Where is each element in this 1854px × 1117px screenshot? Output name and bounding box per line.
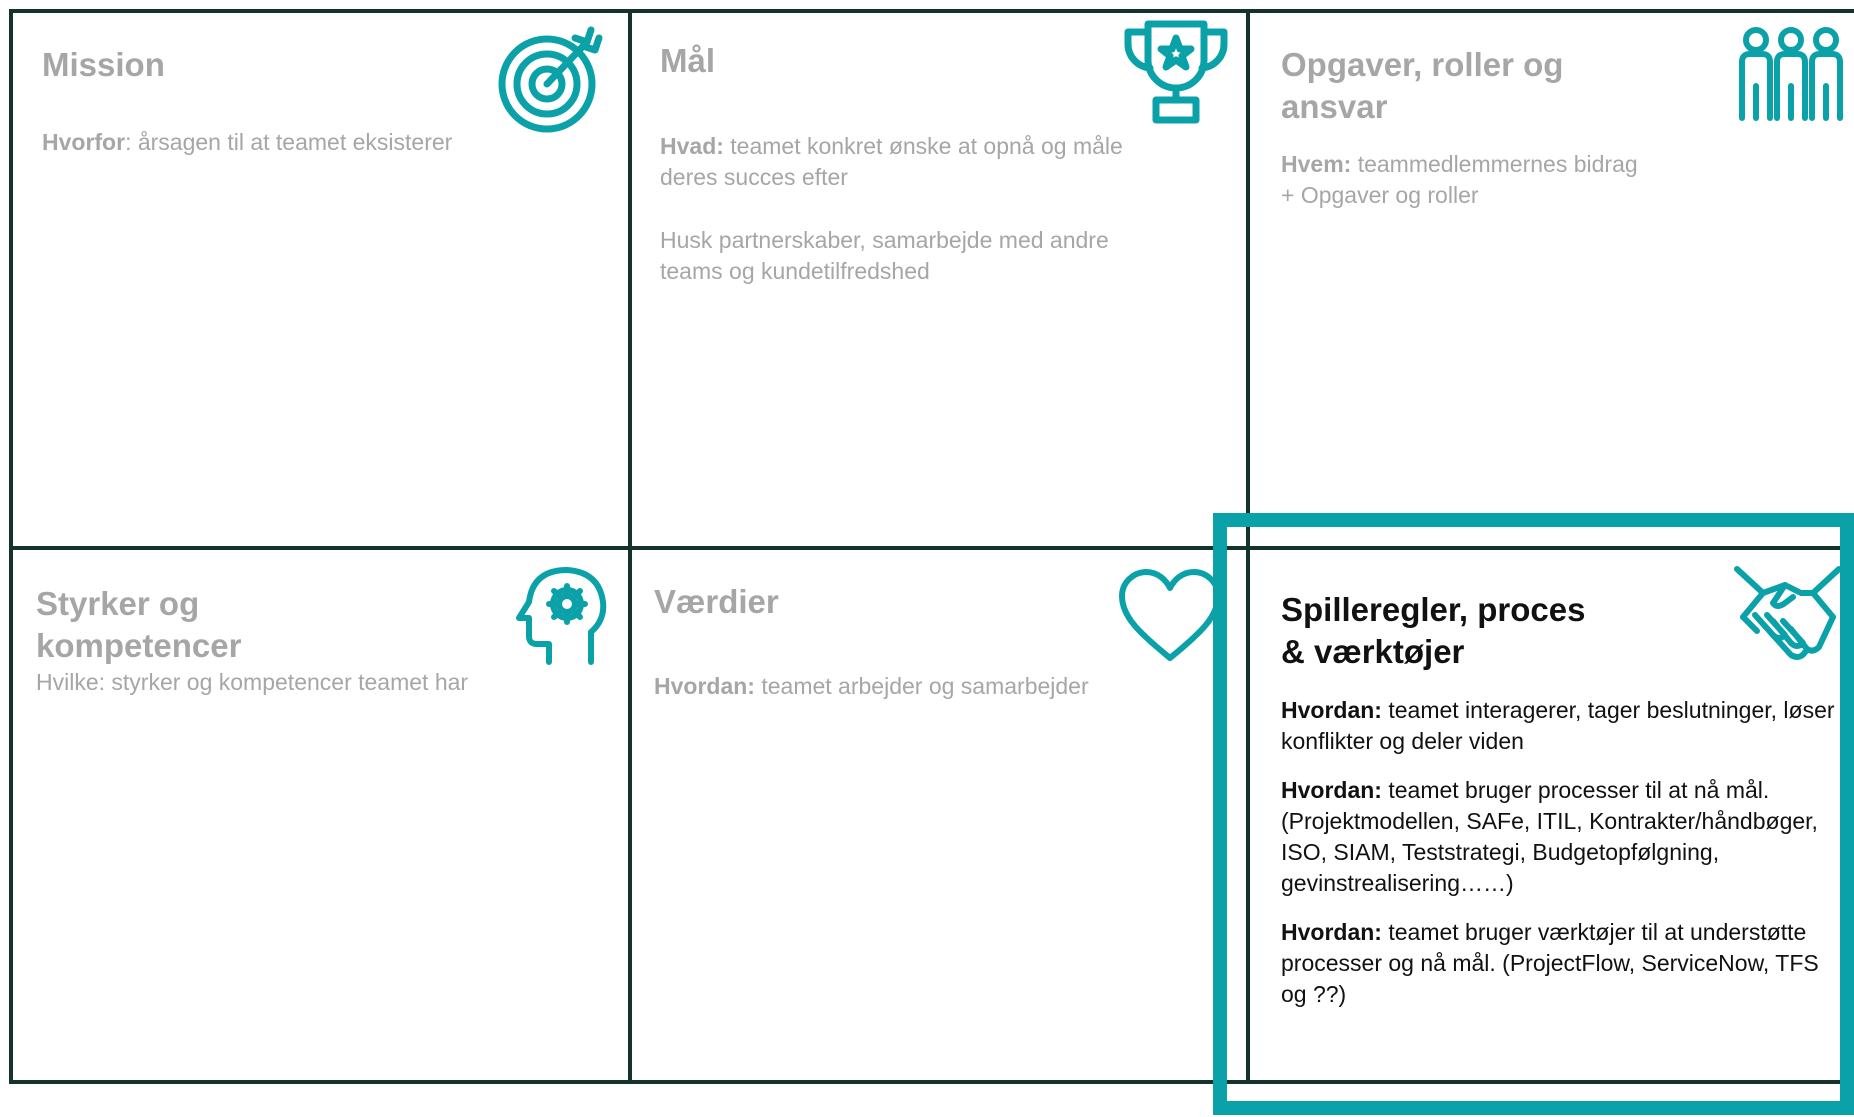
vaerdier-description: Hvordan: teamet arbejder og samarbejder: [654, 671, 1214, 702]
p3-label: Hvordan:: [1281, 919, 1382, 945]
head-gear-icon: [515, 566, 607, 666]
vaerdier-text: teamet arbejder og samarbejder: [754, 673, 1089, 699]
spilleregler-title: Spilleregler, proces & værktøjer: [1281, 589, 1701, 673]
spilleregler-title-line2: & værktøjer: [1281, 633, 1465, 670]
spilleregler-body: Hvordan: teamet interagerer, tager beslu…: [1281, 695, 1846, 1028]
mission-description: Hvorfor: årsagen til at teamet eksistere…: [42, 127, 562, 158]
opgaver-label: Hvem:: [1281, 151, 1352, 177]
maal-description: Hvad: teamet konkret ønske at opnå og må…: [660, 131, 1180, 193]
vaerdier-title: Værdier: [654, 583, 779, 620]
opgaver-description: Hvem: teammedlemmernes bidrag + Opgaver …: [1281, 149, 1801, 211]
spilleregler-paragraph-1: Hvordan: teamet interagerer, tager beslu…: [1281, 695, 1846, 757]
spilleregler-paragraph-3: Hvordan: teamet bruger værktøjer til at …: [1281, 917, 1846, 1010]
target-icon: [495, 24, 605, 134]
spilleregler-paragraph-2: Hvordan: teamet bruger processer til at …: [1281, 775, 1846, 899]
mission-title: Mission: [42, 46, 165, 83]
spilleregler-title-line1: Spilleregler, proces: [1281, 591, 1586, 628]
maal-note: Husk partnerskaber, samarbejde med andre…: [660, 227, 1109, 284]
p2-label: Hvordan:: [1281, 777, 1382, 803]
heart-icon: [1118, 568, 1222, 664]
opgaver-title: Opgaver, roller og ansvar: [1281, 46, 1564, 125]
mission-label: Hvorfor: [42, 129, 126, 155]
styrker-description: Hvilke: styrker og kompetencer teamet ha…: [36, 669, 469, 695]
team-icon: [1738, 26, 1844, 124]
maal-title: Mål: [660, 42, 716, 79]
p1-label: Hvordan:: [1281, 697, 1382, 723]
styrker-title: Styrker og kompetencer: [36, 585, 242, 664]
opgaver-note: + Opgaver og roller: [1281, 182, 1479, 208]
trophy-icon: [1120, 18, 1232, 126]
vaerdier-label: Hvordan:: [654, 673, 755, 699]
mission-text: : årsagen til at teamet eksisterer: [125, 129, 453, 155]
maal-text: teamet konkret ønske at opnå og måle der…: [660, 133, 1123, 190]
handshake-icon: [1733, 563, 1843, 667]
maal-label: Hvad:: [660, 133, 724, 159]
opgaver-text: teammedlemmernes bidrag: [1351, 151, 1638, 177]
